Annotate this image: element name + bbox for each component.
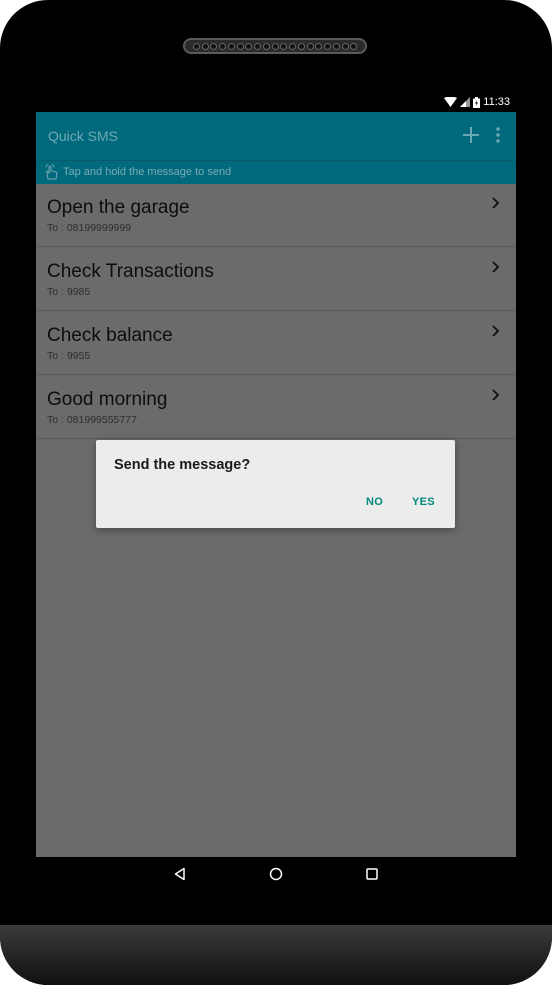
message-list: Open the garage To : 08199999999 Check T… [36, 183, 516, 439]
message-title: Check Transactions [47, 261, 214, 282]
message-recipient: To : 9985 [47, 286, 91, 298]
chevron-right-icon [492, 389, 500, 401]
message-item[interactable]: Check balance To : 9955 [36, 311, 516, 375]
message-recipient: To : 08199999999 [47, 222, 132, 234]
app-bar: Quick SMS [36, 112, 516, 160]
hint-text: Tap and hold the message to send [63, 166, 232, 178]
back-icon[interactable] [173, 867, 187, 881]
overflow-menu-icon[interactable] [490, 124, 506, 146]
home-icon[interactable] [269, 867, 283, 881]
device-frame: 11:33 Quick SMS Tap and hold the message… [0, 0, 552, 985]
battery-icon [473, 96, 481, 108]
chevron-right-icon [492, 197, 500, 209]
message-title: Good morning [47, 389, 168, 410]
status-bar: 11:33 [36, 94, 516, 112]
message-title: Check balance [47, 325, 173, 346]
message-title: Open the garage [47, 197, 190, 218]
dialog-message: Send the message? [114, 457, 251, 473]
confirm-send-dialog: Send the message? NO YES [96, 440, 455, 528]
add-icon[interactable] [460, 124, 482, 146]
message-item[interactable]: Open the garage To : 08199999999 [36, 183, 516, 247]
signal-icon [460, 97, 471, 107]
hint-bar: Tap and hold the message to send [36, 160, 516, 184]
message-item[interactable]: Check Transactions To : 9985 [36, 247, 516, 311]
navigation-bar [36, 857, 516, 893]
bottom-bezel [0, 925, 552, 985]
yes-button[interactable]: YES [412, 496, 435, 508]
speaker-grille [183, 38, 367, 54]
message-recipient: To : 9955 [47, 350, 91, 362]
message-recipient: To : 081999555777 [47, 414, 137, 426]
app-title: Quick SMS [48, 128, 119, 144]
no-button[interactable]: NO [366, 496, 383, 508]
message-item[interactable]: Good morning To : 081999555777 [36, 375, 516, 439]
chevron-right-icon [492, 261, 500, 273]
touch-hand-icon [45, 164, 58, 180]
wifi-icon [444, 97, 458, 107]
chevron-right-icon [492, 325, 500, 337]
status-time: 11:33 [483, 96, 510, 108]
recents-icon[interactable] [366, 868, 378, 880]
